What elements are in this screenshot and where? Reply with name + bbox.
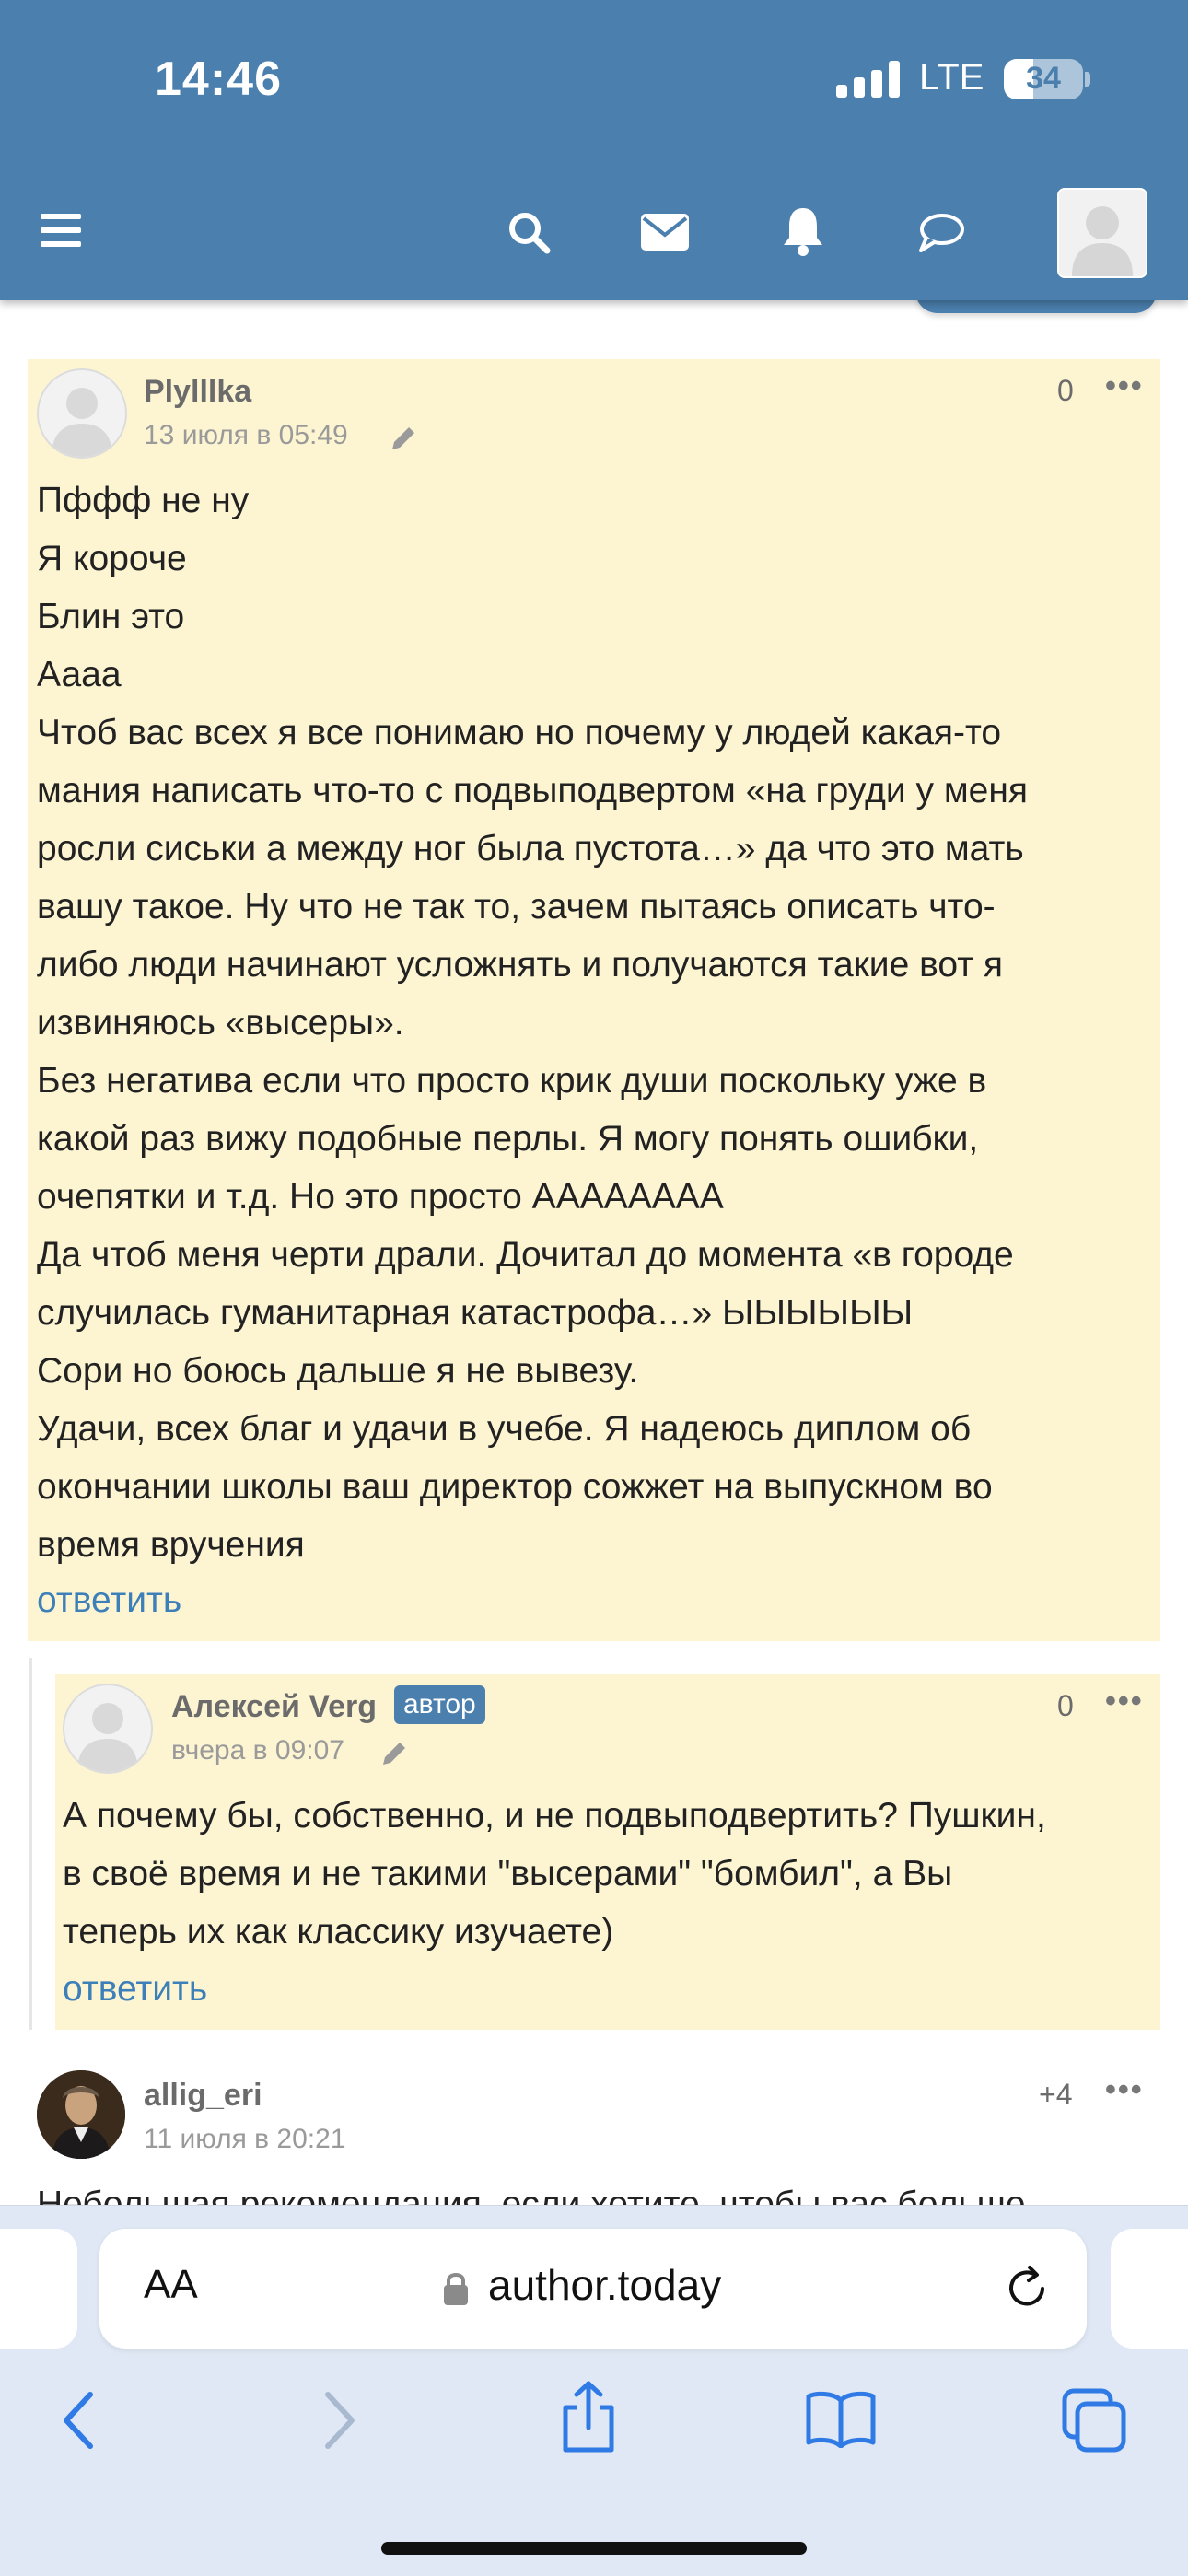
comment: allig_eri 11 июля в 20:21 +4 ••• Небольш… xyxy=(28,2056,1160,2224)
comment-date: 13 июля в 05:49 xyxy=(144,420,348,450)
bell-icon[interactable] xyxy=(781,206,825,256)
comment-date: вчера в 09:07 xyxy=(171,1735,344,1766)
comment-author[interactable]: allig_eri xyxy=(144,2078,262,2114)
reload-icon[interactable] xyxy=(1002,2264,1052,2314)
user-avatar-icon[interactable] xyxy=(1057,188,1147,278)
pencil-icon[interactable] xyxy=(389,424,418,453)
search-icon[interactable] xyxy=(507,210,551,254)
battery-level: 34 xyxy=(1026,61,1061,96)
comment-text: А почему бы, собственно, и не подвыподве… xyxy=(63,1796,1046,1952)
forward-chevron-icon[interactable] xyxy=(320,2391,357,2450)
comment-score: 0 xyxy=(1057,1689,1074,1722)
author-badge: автор xyxy=(394,1685,485,1724)
back-chevron-icon[interactable] xyxy=(61,2391,98,2450)
comment-score: +4 xyxy=(1039,2078,1073,2111)
more-options-icon[interactable]: ••• xyxy=(1105,1684,1144,1719)
comment: Plylllka 13 июля в 05:49 0 ••• Пффф не н… xyxy=(28,359,1160,1641)
more-options-icon[interactable]: ••• xyxy=(1105,368,1144,404)
share-icon[interactable] xyxy=(560,2380,617,2454)
thread-line xyxy=(29,1658,32,2030)
avatar[interactable] xyxy=(37,2070,125,2159)
text-size-button[interactable]: AA xyxy=(144,2262,198,2308)
url-text[interactable]: author.today xyxy=(488,2260,721,2310)
envelope-icon[interactable] xyxy=(641,214,689,251)
speech-bubble-icon[interactable] xyxy=(917,212,965,254)
signal-icon xyxy=(836,61,901,98)
address-bar[interactable]: AA author.today xyxy=(99,2229,1087,2349)
comment-reply: Алексей Verg автор вчера в 09:07 0 ••• А… xyxy=(55,1674,1160,2030)
next-tab-peek[interactable] xyxy=(1111,2229,1188,2349)
status-time: 14:46 xyxy=(155,52,282,106)
avatar[interactable] xyxy=(37,368,127,459)
lock-icon xyxy=(444,2273,468,2305)
reply-link[interactable]: ответить xyxy=(63,1969,207,2010)
home-indicator xyxy=(381,2542,807,2555)
open-book-icon[interactable] xyxy=(805,2391,877,2448)
reply-link[interactable]: ответить xyxy=(37,1580,181,1621)
tabs-icon[interactable] xyxy=(1061,2387,1127,2454)
hamburger-icon[interactable] xyxy=(41,212,81,249)
comment-author[interactable]: Plylllka xyxy=(144,374,251,410)
more-options-icon[interactable]: ••• xyxy=(1105,2072,1144,2108)
previous-tab-peek[interactable] xyxy=(0,2229,77,2349)
pencil-icon[interactable] xyxy=(379,1739,409,1768)
comment-date: 11 июля в 20:21 xyxy=(144,2124,346,2154)
network-label: LTE xyxy=(919,57,984,98)
comment-author[interactable]: Алексей Verg xyxy=(171,1689,377,1725)
comment-text: Пффф не ну Я короче Блин это Аааа Чтоб в… xyxy=(37,481,1029,1565)
comment-score: 0 xyxy=(1057,374,1074,407)
avatar[interactable] xyxy=(63,1684,153,1774)
app-header: 14:46 LTE 34 xyxy=(0,0,1188,300)
battery-icon: 34 xyxy=(1004,59,1083,99)
battery-nub xyxy=(1085,72,1090,87)
